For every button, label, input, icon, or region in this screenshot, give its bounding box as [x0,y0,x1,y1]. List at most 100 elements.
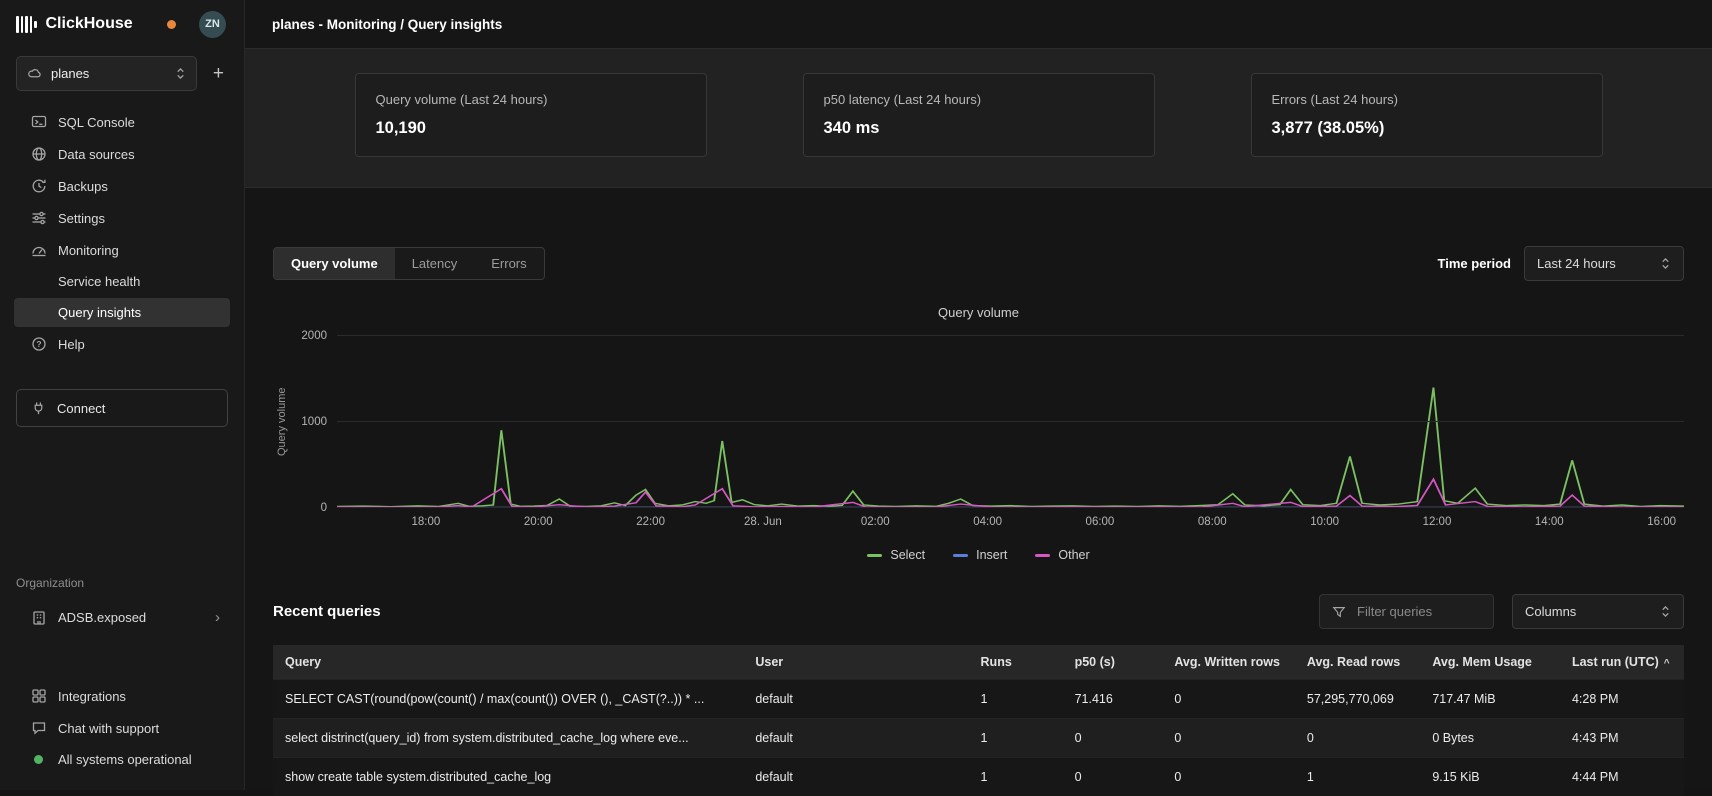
table-cell: 9.15 KiB [1420,758,1560,796]
table-cell: 0 [1162,719,1295,758]
connect-button[interactable]: Connect [16,389,228,427]
sidebar-item-chat-support[interactable]: Chat with support [14,713,230,743]
sidebar-item-system-status[interactable]: All systems operational [14,745,230,774]
organization-name: ADSB.exposed [58,610,146,625]
chart-plot[interactable] [337,336,1684,508]
table-row[interactable]: select distrinct(query_id) from system.d… [273,719,1684,758]
filter-queries-input[interactable] [1355,603,1481,620]
avatar[interactable]: ZN [199,11,226,38]
brand-name: ClickHouse [46,15,133,33]
sidebar-item-label: Backups [58,179,108,194]
stat-card-query-volume: Query volume (Last 24 hours) 10,190 [355,73,707,157]
sidebar-item-label: Integrations [58,689,126,704]
funnel-icon [1332,605,1346,619]
legend-item-insert[interactable]: Insert [953,548,1007,562]
columns-select[interactable]: Columns [1512,594,1684,629]
chevron-up-down-icon [1660,257,1671,270]
main-area: planes - Monitoring / Query insights Que… [245,0,1712,790]
sidebar-item-monitoring[interactable]: Monitoring [14,235,230,265]
stat-value: 340 ms [824,119,1134,138]
table-row[interactable]: show create table system.distributed_cac… [273,758,1684,796]
organization-section: Organization ADSB.exposed › Integrati [0,576,244,774]
legend-item-other[interactable]: Other [1035,548,1089,562]
table-body: SELECT CAST(round(pow(count() / max(coun… [273,680,1684,796]
add-service-button[interactable]: + [209,62,228,85]
stat-card-errors: Errors (Last 24 hours) 3,877 (38.05%) [1251,73,1603,157]
table-cell: 1 [969,719,1063,758]
chevron-up-down-icon [175,67,186,80]
organization-item[interactable]: ADSB.exposed › [14,602,230,633]
legend-swatch [1035,554,1050,557]
sidebar-item-service-health[interactable]: Service health [14,267,230,296]
table-cell: 1 [1295,758,1420,796]
column-header[interactable]: Last run (UTC)^ [1560,645,1684,680]
time-period-control: Time period Last 24 hours [1438,246,1684,281]
plug-icon [31,401,46,416]
sidebar-footer: Integrations Chat with support All syste… [0,681,244,774]
console-icon [31,114,47,130]
sidebar-item-label: All systems operational [58,752,192,767]
sort-caret-icon: ^ [1664,658,1670,669]
sidebar-item-label: Monitoring [58,243,119,258]
chevron-right-icon: › [215,609,220,626]
time-period-value: Last 24 hours [1537,256,1616,271]
tab-latency[interactable]: Latency [395,248,475,279]
table-cell: default [743,680,968,719]
column-header[interactable]: Query [273,645,743,680]
column-header[interactable]: Avg. Written rows [1162,645,1295,680]
sidebar-item-label: Settings [58,211,105,226]
chart-tabs: Query volume Latency Errors [273,247,545,280]
sidebar-item-data-sources[interactable]: Data sources [14,139,230,169]
time-period-select[interactable]: Last 24 hours [1524,246,1684,281]
content: Query volume Latency Errors Time period … [245,188,1712,796]
svg-text:?: ? [36,339,41,349]
table-cell: 717.47 MiB [1420,680,1560,719]
table-cell: 4:28 PM [1560,680,1684,719]
table-cell: 71.416 [1063,680,1163,719]
gauge-icon [31,242,47,258]
column-header[interactable]: p50 (s) [1063,645,1163,680]
table-cell: 0 [1162,758,1295,796]
column-header[interactable]: Avg. Mem Usage [1420,645,1560,680]
table-row[interactable]: SELECT CAST(round(pow(count() / max(coun… [273,680,1684,719]
sidebar: ClickHouse ZN planes + [0,0,245,790]
x-tick-label: 12:00 [1423,516,1452,528]
sidebar-item-query-insights[interactable]: Query insights [14,298,230,327]
column-header[interactable]: User [743,645,968,680]
table-cell: default [743,758,968,796]
x-tick-label: 04:00 [973,516,1002,528]
sidebar-item-settings[interactable]: Settings [14,203,230,233]
gridline [337,421,1684,422]
legend-item-select[interactable]: Select [867,548,925,562]
recent-queries-section: Recent queries Columns [273,594,1684,796]
x-tick-label: 14:00 [1535,516,1564,528]
sidebar-item-backups[interactable]: Backups [14,171,230,201]
chart-title: Query volume [273,305,1684,320]
sidebar-item-label: Service health [58,274,140,289]
sidebar-item-label: Query insights [58,305,141,320]
table-cell: 1 [969,758,1063,796]
chevron-up-down-icon [1660,605,1671,618]
x-tick-label: 06:00 [1086,516,1115,528]
column-header[interactable]: Avg. Read rows [1295,645,1420,680]
chat-icon [31,720,47,736]
tab-query-volume[interactable]: Query volume [274,248,395,279]
y-tick-label: 1000 [301,416,327,428]
sidebar-item-sql-console[interactable]: SQL Console [14,107,230,137]
sidebar-item-integrations[interactable]: Integrations [14,681,230,711]
table-cell: 0 [1063,719,1163,758]
service-selector[interactable]: planes [16,56,197,91]
sidebar-item-help[interactable]: ? Help [14,329,230,359]
legend-label: Other [1058,548,1089,562]
tab-errors[interactable]: Errors [474,248,543,279]
cloud-service-icon [27,66,42,81]
clickhouse-logo-icon [16,16,37,33]
column-header[interactable]: Runs [969,645,1063,680]
table-cell: 57,295,770,069 [1295,680,1420,719]
query-cell: SELECT CAST(round(pow(count() / max(coun… [273,680,743,719]
stat-value: 3,877 (38.05%) [1272,119,1582,138]
chart-canvas [337,336,1684,508]
sidebar-item-label: Data sources [58,147,135,162]
y-tick-label: 0 [321,502,327,514]
table-cell: 0 [1063,758,1163,796]
